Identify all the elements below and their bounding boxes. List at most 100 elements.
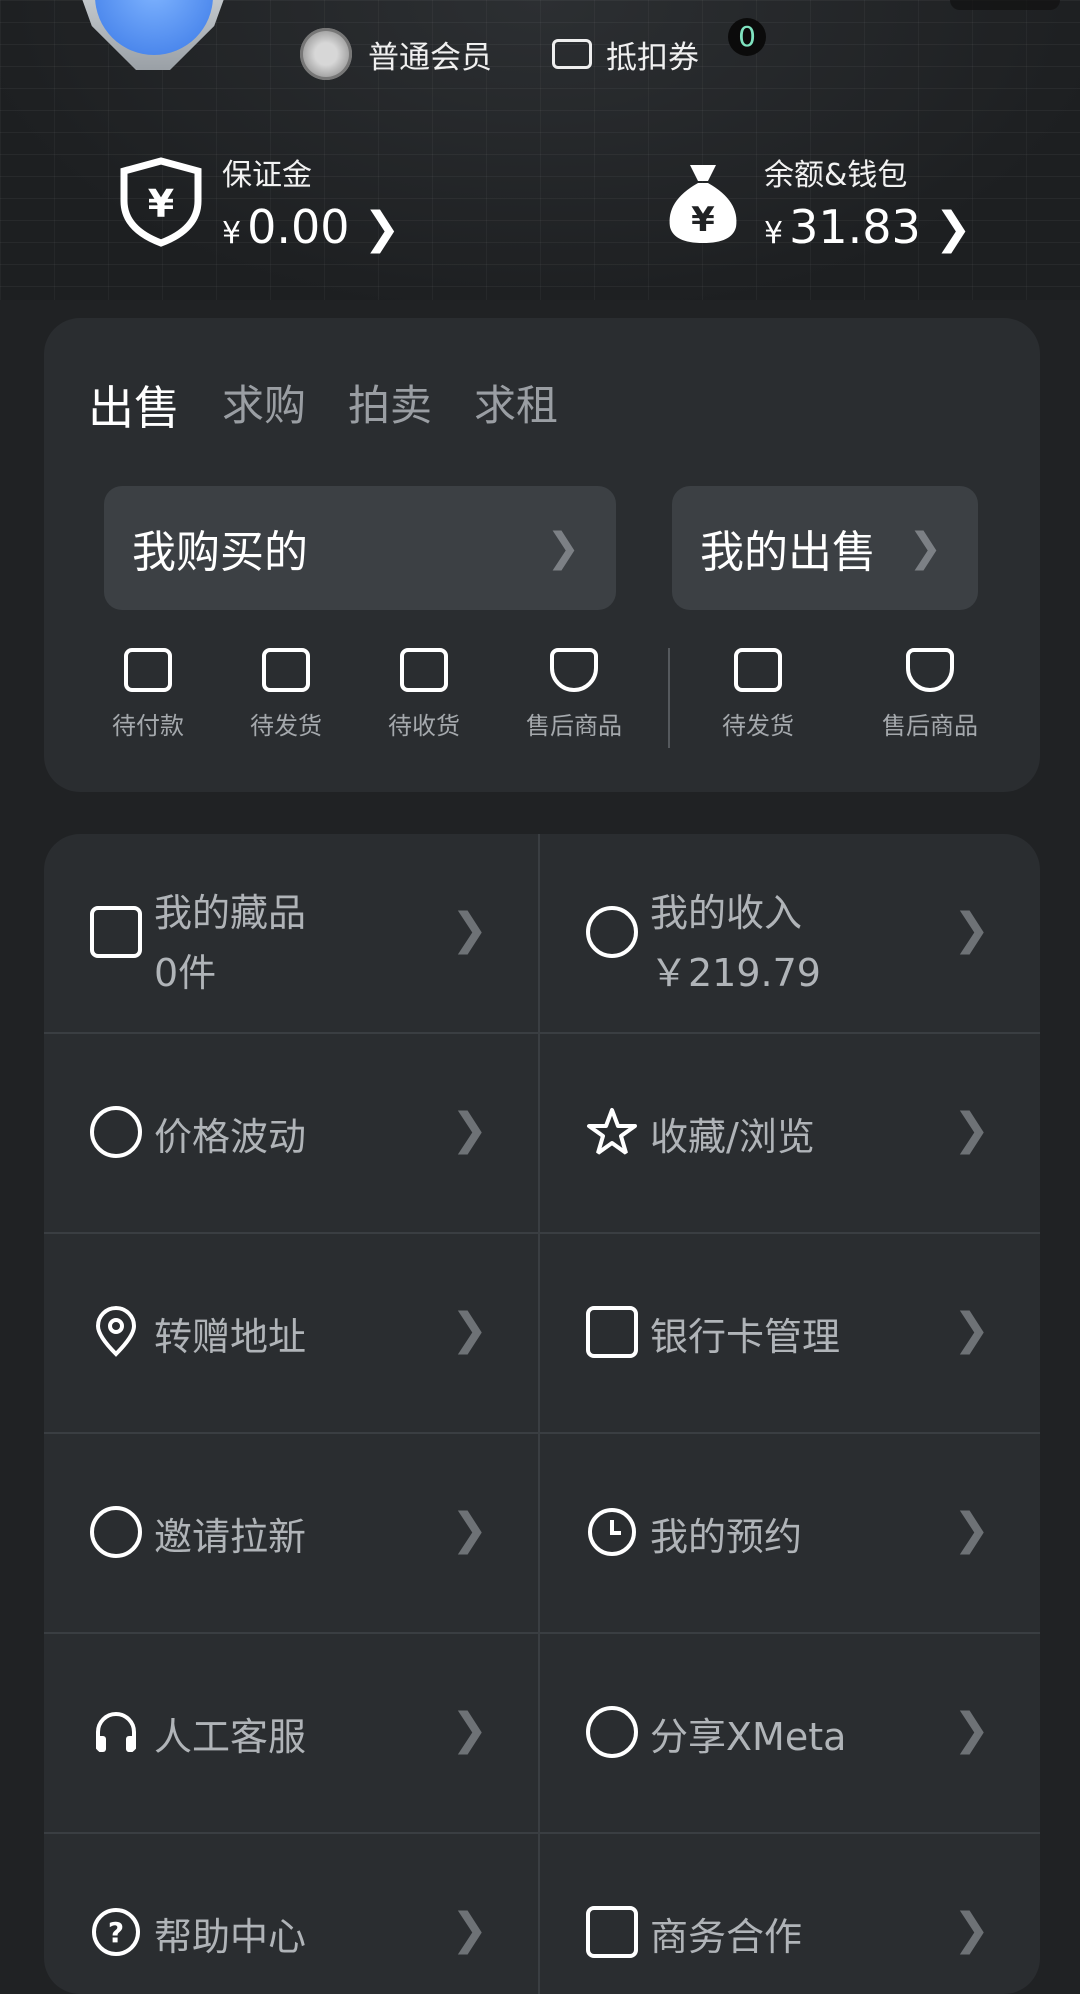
chevron-right-icon: ❯ [953,1904,990,1955]
chevron-right-icon: ❯ [953,904,990,955]
business-label: 商务合作 [650,1915,803,1959]
location-pin-icon [95,1306,137,1357]
balance-amount: 31.83 [789,200,921,254]
deposit-amount: 0.00 [247,200,350,254]
bank-card-label: 银行卡管理 [650,1315,841,1359]
chevron-right-icon: ❯ [451,1904,488,1955]
pending-shipment-label: 待发货 [250,712,322,740]
after-sales-label: 售后商品 [526,712,622,740]
pending-receipt-label: 待收货 [388,712,460,740]
send-icon [586,1706,638,1758]
truck-icon [400,648,448,692]
svg-text:¥: ¥ [148,182,174,226]
invite-label: 邀请拉新 [154,1515,307,1559]
deposit-currency: ¥ [222,216,242,251]
chevron-right-icon: ❯ [451,904,488,955]
pending-shipment-button[interactable]: 待发货 [226,648,346,741]
settings-icon[interactable] [950,0,1060,10]
balance-label: 余额&钱包 [764,158,908,193]
member-row: 普通会员 抵扣券 [300,28,699,80]
package-icon [262,648,310,692]
coupon-count-badge: 0 [728,18,766,56]
divider [668,648,670,748]
menu-grid-card: 我的藏品 0件 ❯ 我的收入 ￥219.79 ❯ 价格波动 ❯ 收藏/浏览 ❯ … [44,834,1040,1994]
income-label: 我的收入 [650,891,803,935]
shield-check-icon [906,648,954,692]
chevron-right-icon: ❯ [451,1304,488,1355]
collection-label: 我的藏品 [154,891,307,935]
coupon-ticket-icon [552,39,592,69]
chevron-right-icon: ❯ [953,1504,990,1555]
chevron-right-icon: ❯ [451,1104,488,1155]
money-bag-icon: ¥ [669,165,737,243]
after-sales-button[interactable]: 售后商品 [514,648,634,741]
pending-payment-button[interactable]: 待付款 [88,648,208,741]
tab-rent[interactable]: 求租 [474,372,558,438]
balance-wallet[interactable]: ¥ 余额&钱包 ¥31.83 ❯ [660,150,972,254]
price-trend-label: 价格波动 [154,1115,307,1159]
sell-after-sales-label: 售后商品 [882,712,978,740]
coupon-label[interactable]: 抵扣券 [606,32,699,77]
address-label: 转赠地址 [154,1315,307,1359]
chevron-right-icon: ❯ [451,1504,488,1555]
chevron-right-icon: ❯ [953,1104,990,1155]
chevron-right-icon: ❯ [953,1304,990,1355]
my-sales-label: 我的出售 [700,527,876,578]
menu-my-collection[interactable]: 我的藏品 0件 ❯ [44,834,540,1034]
tab-sell[interactable]: 出售 [88,372,180,438]
menu-help-center[interactable]: ? 帮助中心 ❯ [44,1834,540,1994]
chevron-right-icon: ❯ [934,203,972,254]
deposit-label: 保证金 [222,158,312,193]
income-amount: ￥219.79 [650,951,821,995]
order-tabs: 出售 求购 拍卖 求租 [88,372,600,438]
help-icon: ? [92,1908,140,1956]
clock-icon [588,1508,636,1556]
menu-invite[interactable]: 邀请拉新 ❯ [44,1434,540,1634]
chevron-right-icon: ❯ [451,1704,488,1755]
chevron-right-icon: ❯ [363,203,401,254]
bank-card-icon [586,1306,638,1358]
pending-payment-label: 待付款 [112,712,184,740]
shield-check-icon [550,648,598,692]
sell-pending-shipment-label: 待发货 [722,712,794,740]
menu-share[interactable]: 分享XMeta ❯ [540,1634,1040,1834]
menu-favorites[interactable]: 收藏/浏览 ❯ [540,1034,1040,1234]
sell-pending-shipment-button[interactable]: 待发货 [698,648,818,741]
menu-reservation[interactable]: 我的预约 ❯ [540,1434,1040,1634]
balance-currency: ¥ [764,216,784,251]
service-label: 人工客服 [154,1715,307,1759]
favorites-label: 收藏/浏览 [650,1115,815,1159]
order-status-row: 待付款 待发货 待收货 售后商品 待发货 售后商品 [44,648,1040,758]
my-purchases-label: 我购买的 [132,527,308,578]
orders-card: 出售 求购 拍卖 求租 我购买的 ❯ 我的出售 ❯ 待付款 待发货 待收货 售后… [44,318,1040,792]
chevron-right-icon: ❯ [908,525,942,571]
shield-yen-icon: ¥ [120,157,202,247]
menu-customer-service[interactable]: 人工客服 ❯ [44,1634,540,1834]
my-purchases-button[interactable]: 我购买的 ❯ [104,486,616,610]
pending-receipt-button[interactable]: 待收货 [364,648,484,741]
my-sales-button[interactable]: 我的出售 ❯ [672,486,978,610]
headphones-icon [96,1712,136,1752]
svg-text:¥: ¥ [691,200,715,240]
tab-want-buy[interactable]: 求购 [222,372,306,438]
yen-exchange-icon [586,906,638,958]
menu-transfer-address[interactable]: 转赠地址 ❯ [44,1234,540,1434]
collection-count: 0件 [154,951,217,995]
tab-auction[interactable]: 拍卖 [348,372,432,438]
menu-my-income[interactable]: 我的收入 ￥219.79 ❯ [540,834,1040,1034]
chevron-right-icon: ❯ [546,525,580,571]
reservation-label: 我的预约 [650,1515,803,1559]
member-medal-icon [300,28,352,80]
menu-bank-card[interactable]: 银行卡管理 ❯ [540,1234,1040,1434]
sell-after-sales-button[interactable]: 售后商品 [870,648,990,741]
package-icon [734,648,782,692]
menu-business[interactable]: 商务合作 ❯ [540,1834,1040,1994]
user-add-icon [90,1506,142,1558]
share-label: 分享XMeta [650,1715,847,1759]
deposit-wallet[interactable]: ¥ 保证金 ¥0.00 ❯ [118,150,400,254]
star-icon [587,1108,637,1155]
member-label[interactable]: 普通会员 [368,32,492,77]
briefcase-icon [586,1906,638,1958]
menu-price-trend[interactable]: 价格波动 ❯ [44,1034,540,1234]
collection-icon [90,906,142,958]
